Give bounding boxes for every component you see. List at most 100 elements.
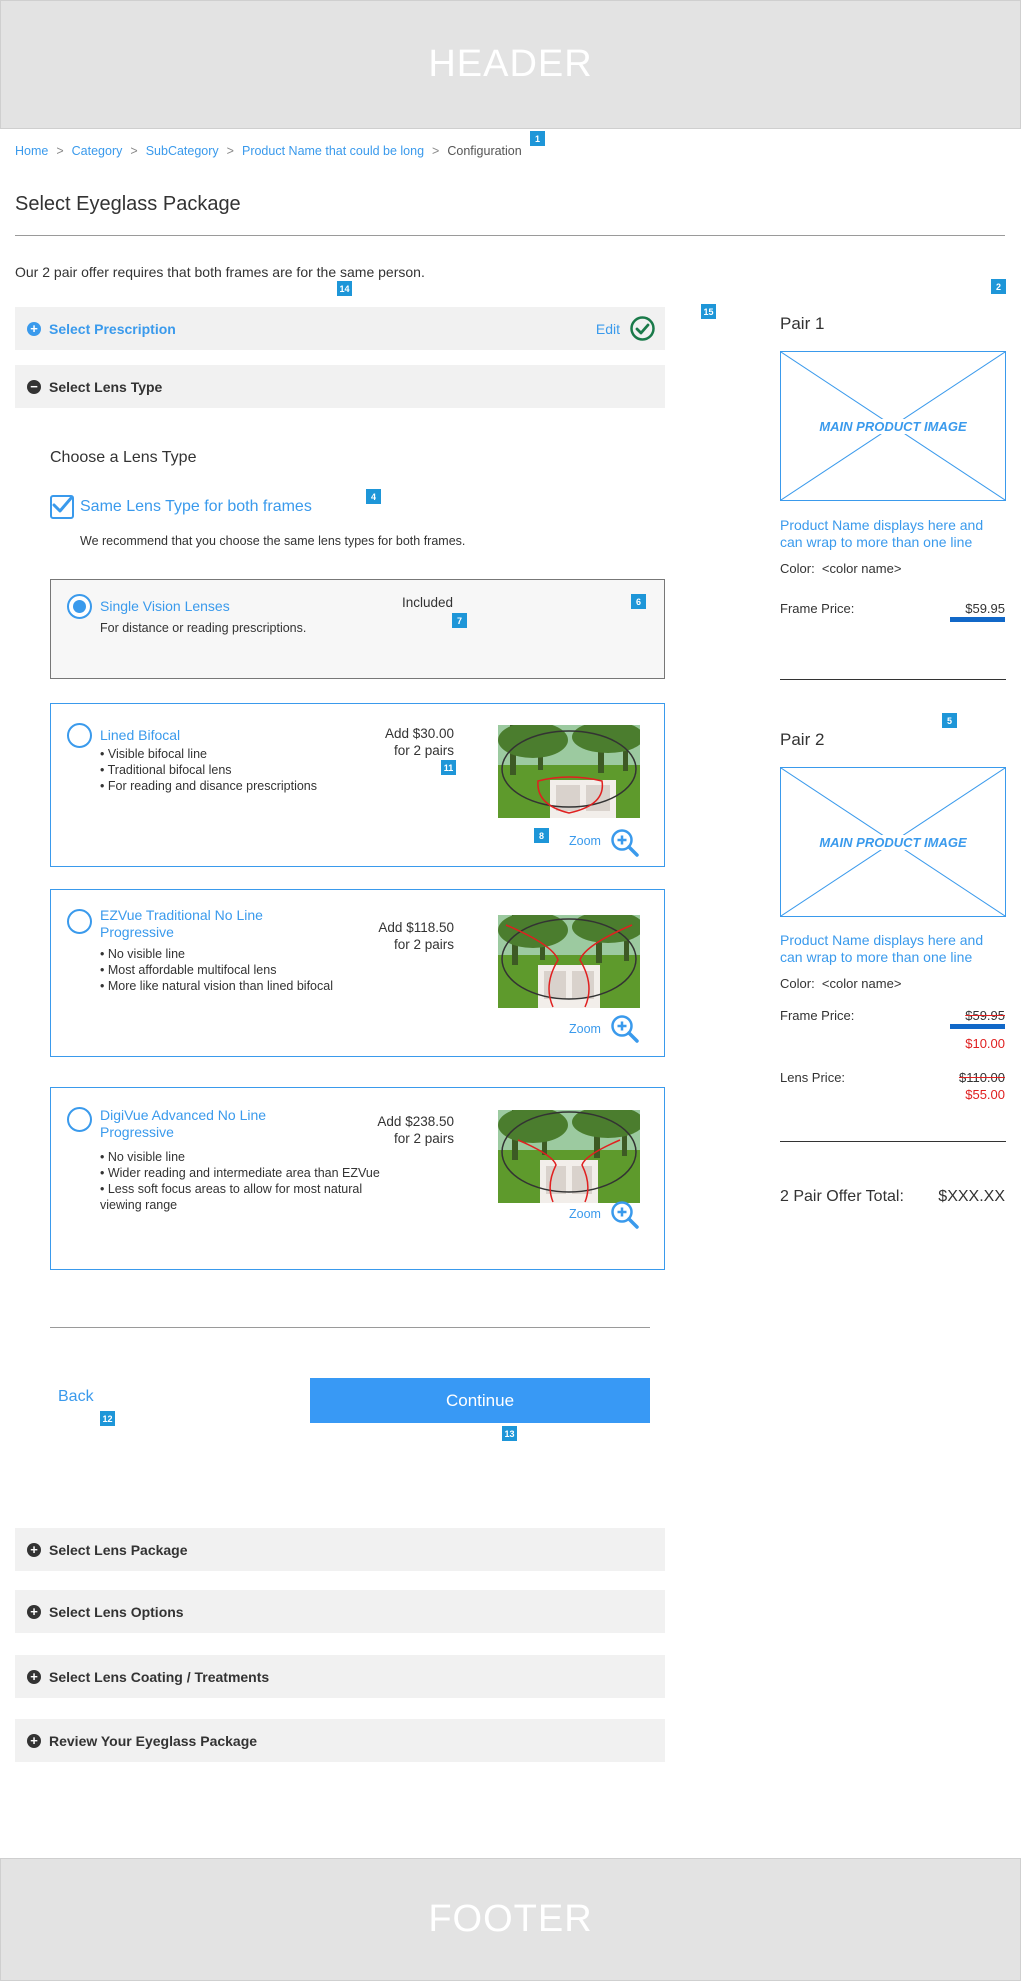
lens-preview-image: [498, 725, 640, 818]
annotation-badge: 4: [366, 489, 381, 504]
zoom-link[interactable]: Zoom: [569, 1207, 601, 1221]
accordion-select-lens-type[interactable]: − Select Lens Type: [15, 365, 665, 408]
lens-option-single-vision[interactable]: Single Vision Lenses For distance or rea…: [50, 579, 665, 679]
accordion-select-lens-package[interactable]: + Select Lens Package: [15, 1528, 665, 1571]
lens-option-price: Add $30.00 for 2 pairs: [385, 725, 454, 759]
lens-name-line: DigiVue Advanced No Line: [100, 1107, 267, 1123]
lens-option-ezvue[interactable]: EZVue Traditional No Line Progressive • …: [50, 889, 665, 1057]
feature-item: • No visible line: [100, 947, 185, 961]
annotation-badge: 13: [502, 1426, 517, 1441]
image-placeholder-label: MAIN PRODUCT IMAGE: [781, 352, 1005, 500]
accordion-label: Select Lens Coating / Treatments: [49, 1668, 270, 1685]
zoom-in-icon[interactable]: [610, 828, 640, 858]
feature-item: • For reading and disance prescriptions: [100, 779, 318, 793]
annotation-badge: 11: [441, 760, 456, 775]
zoom-in-icon[interactable]: [610, 1014, 640, 1044]
accordion-label: Select Lens Package: [49, 1541, 188, 1558]
annotation-badge: 7: [452, 613, 467, 628]
annotation-badge: 8: [534, 828, 549, 843]
accordion-label: Select Lens Options: [49, 1603, 184, 1620]
prescription-label: Select Prescription: [49, 320, 176, 337]
annotation-badge: 6: [631, 594, 646, 609]
lens-preview-image: [498, 1110, 640, 1203]
accordion-label: Review Your Eyeglass Package: [49, 1732, 258, 1749]
radio-button[interactable]: [67, 1107, 92, 1132]
radio-button[interactable]: [67, 594, 92, 619]
lens-option-lined-bifocal[interactable]: Lined Bifocal • Visible bifocal line • T…: [50, 703, 665, 867]
header-label: HEADER: [428, 43, 593, 85]
actions-divider: [50, 1327, 650, 1328]
pair-2-product-image: MAIN PRODUCT IMAGE: [780, 767, 1006, 917]
price-line: Add $30.00: [384, 726, 454, 741]
page-footer: FOOTER: [0, 1858, 1021, 1981]
title-divider: [15, 235, 1005, 236]
annotation-badge: 15: [701, 304, 716, 319]
pair-2-color: Color: <color name>: [780, 976, 902, 991]
pair-1-product-name[interactable]: Product Name displays here and can wrap …: [780, 517, 1006, 551]
pair-2-lens-price-sale: $55.00: [965, 1087, 1005, 1102]
lens-option-name: DigiVue Advanced No Line Progressive: [100, 1107, 266, 1141]
price-line: for 2 pairs: [393, 743, 454, 758]
lens-option-price: Included: [402, 595, 454, 610]
breadcrumb-separator: >: [432, 144, 440, 158]
lens-option-name: Lined Bifocal: [100, 727, 181, 743]
zoom-in-icon[interactable]: [610, 1200, 640, 1230]
accordion-review-package[interactable]: + Review Your Eyeglass Package: [15, 1719, 665, 1762]
lens-option-name: EZVue Traditional No Line Progressive: [100, 907, 263, 941]
same-lens-label[interactable]: Same Lens Type for both frames: [80, 498, 312, 516]
pair-2-frame-price-label: Frame Price:: [780, 1008, 855, 1023]
pair-2-frame-price-sale: $10.00: [965, 1036, 1005, 1051]
lens-name-line: Progressive: [100, 924, 174, 940]
annotation-badge: 1: [530, 131, 545, 146]
breadcrumb-category[interactable]: Category: [72, 144, 123, 158]
plus-circle-icon: +: [27, 1733, 41, 1748]
pair-1-frame-price-label: Frame Price:: [780, 601, 855, 616]
annotation-badge: 14: [337, 281, 352, 296]
accordion-select-prescription[interactable]: + Select Prescription Edit: [15, 307, 665, 350]
breadcrumb: Home > Category > SubCategory > Product …: [15, 144, 522, 158]
zoom-link[interactable]: Zoom: [569, 834, 601, 848]
continue-button[interactable]: Continue: [310, 1378, 650, 1423]
plus-circle-icon: +: [27, 1604, 41, 1619]
pair-2-title: Pair 2: [780, 730, 825, 749]
lens-option-features: • No visible line • Wider reading and in…: [100, 1149, 400, 1213]
lens-option-name: Single Vision Lenses: [100, 598, 230, 614]
lens-option-digivue[interactable]: DigiVue Advanced No Line Progressive • N…: [50, 1087, 665, 1270]
feature-item: • No visible line: [100, 1150, 185, 1164]
accordion-select-lens-coating[interactable]: + Select Lens Coating / Treatments: [15, 1655, 665, 1698]
accordion-select-lens-options[interactable]: + Select Lens Options: [15, 1590, 665, 1633]
edit-prescription-link[interactable]: Edit: [596, 321, 620, 337]
back-link[interactable]: Back: [58, 1388, 94, 1406]
pair-1-frame-price: $59.95: [965, 601, 1005, 616]
breadcrumb-home[interactable]: Home: [15, 144, 48, 158]
pair-2-frame-price-original: $59.95: [965, 1008, 1005, 1023]
lens-option-price: Add $238.50 for 2 pairs: [377, 1113, 454, 1147]
annotation-badge: 2: [991, 279, 1006, 294]
radio-button[interactable]: [67, 723, 92, 748]
breadcrumb-subcategory[interactable]: SubCategory: [146, 144, 219, 158]
price-highlight-bar: [950, 617, 1005, 622]
offer-total-value: $XXX.XX: [938, 1188, 1005, 1205]
lens-type-heading: Choose a Lens Type: [50, 449, 197, 466]
feature-item: • Most affordable multifocal lens: [100, 963, 277, 977]
breadcrumb-separator: >: [226, 144, 234, 158]
offer-note: Our 2 pair offer requires that both fram…: [15, 264, 425, 280]
price-highlight-bar: [950, 1024, 1005, 1029]
breadcrumb-product[interactable]: Product Name that could be long: [242, 144, 424, 158]
pair-2-lens-price-original: $110.00: [958, 1070, 1005, 1085]
pair-2-product-name[interactable]: Product Name displays here and can wrap …: [780, 932, 1006, 966]
checkmark-icon: [52, 495, 74, 513]
radio-button[interactable]: [67, 909, 92, 934]
same-lens-checkbox[interactable]: [50, 495, 74, 519]
zoom-link[interactable]: Zoom: [569, 1022, 601, 1036]
lens-option-features: • Visible bifocal line • Traditional bif…: [100, 746, 317, 794]
image-placeholder-label: MAIN PRODUCT IMAGE: [781, 768, 1005, 916]
feature-item: • Traditional bifocal lens: [100, 763, 232, 777]
summary-divider: [780, 1141, 1006, 1142]
lens-name-line: EZVue Traditional No Line: [100, 907, 263, 923]
lens-type-label: Select Lens Type: [49, 378, 163, 395]
page-title: Select Eyeglass Package: [15, 193, 241, 215]
pair-1-title: Pair 1: [780, 314, 825, 333]
offer-total-label: 2 Pair Offer Total:: [780, 1188, 904, 1205]
lens-recommendation: We recommend that you choose the same le…: [80, 534, 466, 548]
